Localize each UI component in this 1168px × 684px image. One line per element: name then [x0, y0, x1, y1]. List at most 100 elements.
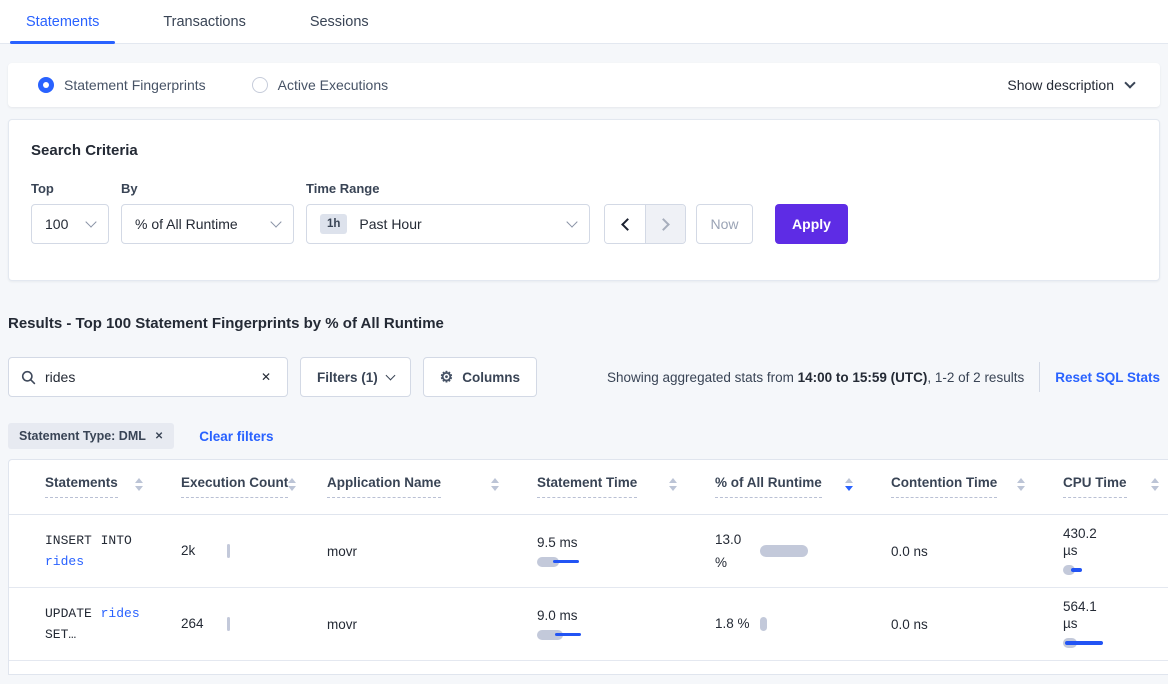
chevron-down-icon [1124, 77, 1135, 88]
statements-table-card: Statements Execution Count Application N… [8, 459, 1168, 675]
radio-statement-fingerprints[interactable]: Statement Fingerprints [38, 77, 206, 93]
apply-button[interactable]: Apply [775, 204, 848, 244]
view-toggle-card: Statement Fingerprints Active Executions… [8, 63, 1160, 107]
statement-link[interactable]: rides [101, 606, 140, 621]
by-group: By % of All Runtime [121, 181, 294, 244]
column-header-statements[interactable]: Statements [45, 475, 118, 498]
statement-search-box: ✕ [8, 357, 288, 397]
table-header-row: Statements Execution Count Application N… [9, 460, 1168, 514]
top-label: Top [31, 181, 109, 196]
column-header-pct-runtime[interactable]: % of All Runtime [715, 475, 822, 498]
sort-icon[interactable] [288, 478, 296, 491]
application-name-cell: movr [327, 617, 357, 632]
filters-button[interactable]: Filters (1) [300, 357, 411, 397]
next-time-range-button[interactable] [645, 205, 685, 243]
cpu-time-cell: 430.2 µs [1063, 525, 1109, 576]
clear-search-icon[interactable]: ✕ [257, 368, 275, 386]
top-select[interactable]: 100 [31, 204, 109, 244]
by-label: By [121, 181, 294, 196]
previous-time-range-button[interactable] [605, 205, 645, 243]
top-select-value: 100 [45, 216, 68, 232]
pct-runtime-cell: 13.0 % [715, 528, 891, 574]
radio-label: Active Executions [278, 77, 389, 93]
cpu-time-bar [1063, 564, 1109, 576]
contention-time-cell: 0.0 ns [891, 617, 928, 632]
sort-icon[interactable] [491, 478, 499, 491]
search-icon [21, 370, 36, 385]
stats-time-range: 14:00 to 15:59 (UTC) [798, 370, 928, 385]
show-description-toggle[interactable]: Show description [1007, 77, 1134, 93]
applied-filters-row: Statement Type: DML ✕ Clear filters [8, 423, 1160, 449]
tab-statements[interactable]: Statements [10, 0, 115, 43]
table-row: UPDATE rides SET… 264 movr 9.0 ms 1.8 % [9, 587, 1168, 660]
execution-count-cell: 264 [181, 616, 327, 631]
cpu-time-bar [1063, 637, 1109, 649]
statement-time-bar [537, 629, 578, 641]
sort-icon[interactable] [1017, 478, 1025, 491]
column-header-application-name[interactable]: Application Name [327, 475, 441, 498]
clear-filters-link[interactable]: Clear filters [199, 429, 273, 444]
application-name-cell: movr [327, 544, 357, 559]
filter-pill-label: Statement Type: DML [19, 429, 146, 443]
cpu-time-cell: 564.1 µs [1063, 598, 1109, 649]
execution-count-bar [227, 544, 230, 558]
time-range-label: Time Range [306, 181, 590, 196]
search-input[interactable] [45, 369, 257, 385]
tab-transactions[interactable]: Transactions [147, 0, 261, 43]
chevron-down-icon [385, 371, 395, 381]
columns-button[interactable]: ⚙ Columns [423, 357, 537, 397]
pct-runtime-bar [760, 617, 767, 631]
radio-label: Statement Fingerprints [64, 77, 206, 93]
columns-label: Columns [462, 370, 520, 385]
execution-count-cell: 2k [181, 543, 327, 558]
sql-activity-page: Statements Transactions Sessions Stateme… [0, 0, 1168, 684]
time-range-nav [604, 204, 686, 244]
search-criteria-card: Search Criteria Top 100 By % of All Runt… [8, 119, 1160, 281]
top-group: Top 100 [31, 181, 109, 244]
statement-fingerprint: UPDATE rides SET… [45, 603, 167, 645]
filters-label: Filters (1) [317, 370, 378, 385]
reset-sql-stats-link[interactable]: Reset SQL Stats [1055, 370, 1160, 385]
sort-icon[interactable] [135, 478, 143, 491]
statements-table: Statements Execution Count Application N… [9, 460, 1168, 661]
gear-icon: ⚙ [440, 370, 453, 385]
sort-icon[interactable] [1151, 478, 1159, 491]
now-button[interactable]: Now [696, 204, 753, 244]
column-header-cpu-time[interactable]: CPU Time [1063, 475, 1127, 498]
statement-link[interactable]: rides [45, 554, 84, 569]
statement-time-bar [537, 556, 578, 568]
show-description-label: Show description [1007, 77, 1114, 93]
aggregated-stats-note: Showing aggregated stats from 14:00 to 1… [607, 370, 1024, 385]
chevron-down-icon [270, 216, 281, 227]
results-controls-row: ✕ Filters (1) ⚙ Columns Showing aggregat… [8, 357, 1160, 397]
chevron-down-icon [566, 216, 577, 227]
top-tab-bar: Statements Transactions Sessions [0, 0, 1168, 44]
column-header-statement-time[interactable]: Statement Time [537, 475, 637, 498]
chevron-right-icon [657, 218, 670, 231]
pct-runtime-cell: 1.8 % [715, 612, 891, 635]
radio-active-executions[interactable]: Active Executions [252, 77, 389, 93]
search-criteria-title: Search Criteria [31, 142, 1137, 159]
statement-fingerprint: INSERT INTO rides [45, 530, 167, 572]
time-range-value: Past Hour [359, 216, 421, 232]
statement-time-cell: 9.0 ms [537, 607, 578, 641]
by-select-value: % of All Runtime [135, 216, 238, 232]
results-heading: Results - Top 100 Statement Fingerprints… [8, 315, 1160, 332]
remove-filter-icon[interactable]: ✕ [155, 431, 163, 442]
time-range-group: Time Range 1h Past Hour [306, 181, 590, 244]
column-header-execution-count[interactable]: Execution Count [181, 475, 288, 498]
statement-time-cell: 9.5 ms [537, 534, 578, 568]
column-header-contention-time[interactable]: Contention Time [891, 475, 997, 498]
vertical-divider [1039, 362, 1040, 392]
chevron-left-icon [621, 218, 634, 231]
sort-icon-active-desc[interactable] [845, 478, 853, 491]
execution-count-bar [227, 617, 230, 631]
sort-icon[interactable] [669, 478, 677, 491]
radio-unselected-icon [252, 77, 268, 93]
tab-sessions[interactable]: Sessions [294, 0, 385, 43]
time-range-select[interactable]: 1h Past Hour [306, 204, 590, 244]
by-select[interactable]: % of All Runtime [121, 204, 294, 244]
radio-selected-icon [38, 77, 54, 93]
chevron-down-icon [85, 216, 96, 227]
pct-runtime-bar [760, 545, 808, 557]
